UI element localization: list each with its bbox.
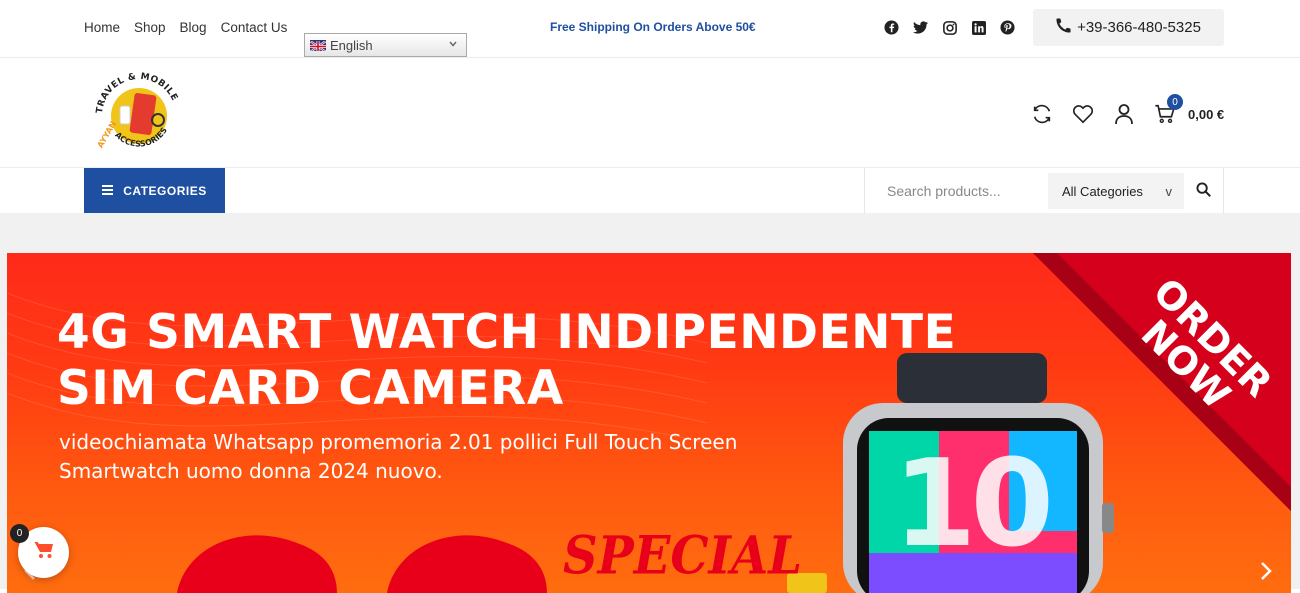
compare-icon[interactable] [1030,102,1054,126]
language-select[interactable]: English [304,33,467,57]
main-nav-bar: CATEGORIES All Categories v [0,168,1300,213]
social-links [883,19,1016,36]
category-select[interactable]: All Categories v [1048,173,1184,209]
cart-icon[interactable]: 0 [1153,94,1183,126]
chevron-down-icon [448,39,458,52]
instagram-icon[interactable] [941,19,958,36]
top-nav: Home Shop Blog Contact Us [84,20,301,35]
banner-subtitle: videochiamata Whatsapp promemoria 2.01 p… [59,428,737,486]
floating-cart-count: 0 [10,524,29,543]
cart-total[interactable]: 0,00 € [1188,107,1224,122]
banner-special-label: SPECIAL [563,525,802,587]
phone-icon [1056,18,1071,37]
header-icons: 0 0,00 € [1030,94,1224,126]
category-select-value: All Categories [1062,183,1143,199]
nav-home-link[interactable]: Home [84,20,120,35]
twitter-icon[interactable] [912,19,929,36]
search-input[interactable] [887,182,1047,199]
categories-button[interactable]: CATEGORIES [84,168,225,213]
site-header: TRAVEL & MOBILE ACCESSORIES AYYAN 0 0,00… [0,58,1300,168]
banner-headline-line1: 4G SMART WATCH INDIPENDENTE [57,305,957,360]
slider-next-arrow-icon[interactable] [1259,561,1273,587]
phone-button[interactable]: +39-366-480-5325 [1033,9,1224,46]
watch-face-number: 10 [893,435,1054,574]
wishlist-heart-icon[interactable] [1071,102,1095,126]
search-bar: All Categories v [864,168,1224,213]
banner-headline: 4G SMART WATCH INDIPENDENTE SIM CARD CAM… [57,305,956,417]
banner-subtitle-line1: videochiamata Whatsapp promemoria 2.01 p… [59,430,738,454]
phone-number: +39-366-480-5325 [1077,19,1201,36]
category-select-marker: v [1165,184,1173,199]
top-bar: Home Shop Blog Contact Us English Free S… [0,0,1300,58]
menu-hamburger-icon [102,184,114,198]
language-label: English [330,37,373,53]
nav-blog-link[interactable]: Blog [180,20,207,35]
cart-count-badge: 0 [1167,94,1183,110]
account-user-icon[interactable] [1112,102,1136,126]
uk-flag-icon [310,39,326,51]
pinterest-icon[interactable] [999,19,1016,36]
banner-headline-line2: SIM CARD CAMERA [57,361,564,416]
site-logo[interactable]: TRAVEL & MOBILE ACCESSORIES AYYAN [88,66,190,164]
facebook-icon[interactable] [883,19,900,36]
basket-icon [34,541,54,564]
search-icon[interactable] [1196,182,1211,202]
main-content: 4G SMART WATCH INDIPENDENTE SIM CARD CAM… [0,213,1300,593]
nav-contact-link[interactable]: Contact Us [221,20,288,35]
categories-label: CATEGORIES [123,183,207,198]
nav-shop-link[interactable]: Shop [134,20,166,35]
free-shipping-promo: Free Shipping On Orders Above 50€ [550,20,756,34]
banner-subtitle-line2: Smartwatch uomo donna 2024 nuovo. [59,459,443,483]
hero-slider[interactable]: 4G SMART WATCH INDIPENDENTE SIM CARD CAM… [7,253,1291,593]
linkedin-icon[interactable] [970,19,987,36]
